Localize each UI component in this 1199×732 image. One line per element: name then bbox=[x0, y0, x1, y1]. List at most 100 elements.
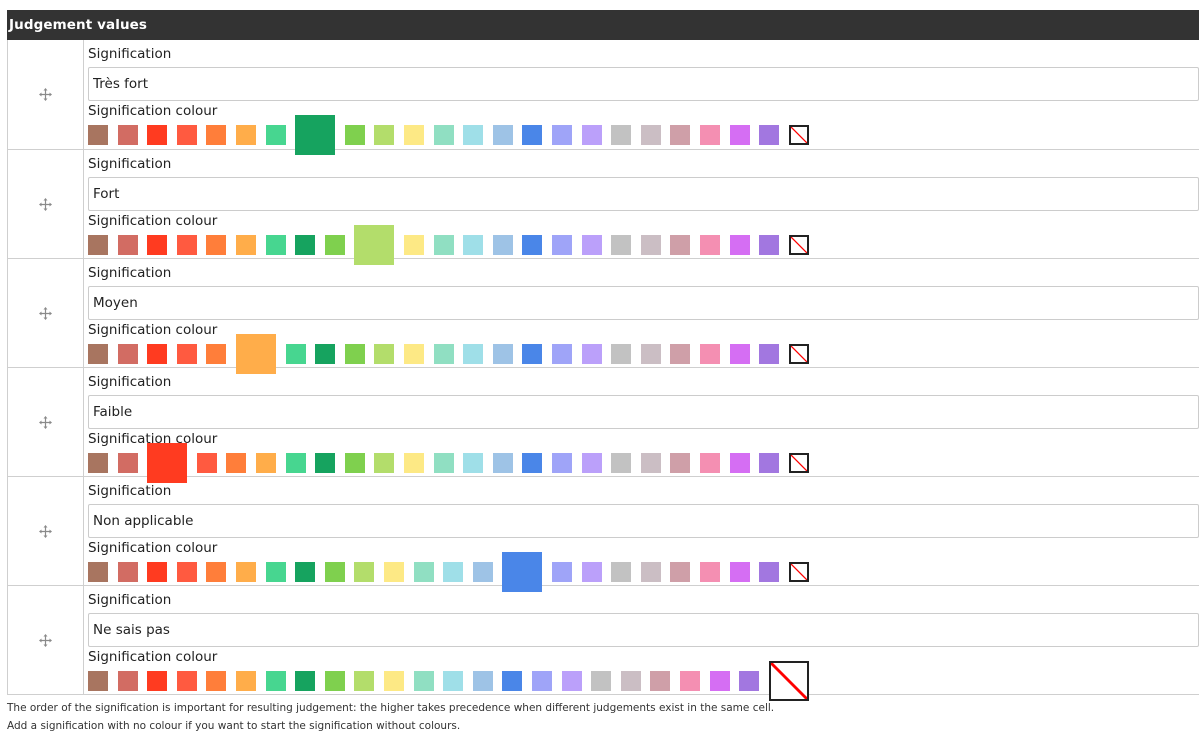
colour-swatch[interactable] bbox=[147, 235, 168, 255]
colour-swatch[interactable] bbox=[759, 562, 780, 582]
colour-swatch[interactable] bbox=[117, 671, 138, 691]
no-colour-icon[interactable] bbox=[788, 125, 809, 145]
colour-swatch[interactable] bbox=[285, 344, 306, 364]
colour-swatch[interactable] bbox=[374, 344, 395, 364]
colour-swatch[interactable] bbox=[236, 235, 256, 255]
colour-swatch[interactable] bbox=[502, 671, 523, 691]
colour-swatch[interactable] bbox=[522, 453, 543, 473]
colour-swatch[interactable] bbox=[640, 453, 661, 473]
drag-handle[interactable] bbox=[8, 368, 84, 476]
colour-swatch[interactable] bbox=[117, 235, 138, 255]
colour-swatch[interactable] bbox=[88, 344, 108, 364]
colour-swatch[interactable] bbox=[700, 453, 720, 473]
colour-swatch[interactable] bbox=[404, 125, 424, 145]
colour-swatch[interactable] bbox=[176, 562, 197, 582]
colour-swatch[interactable] bbox=[492, 344, 513, 364]
colour-swatch[interactable] bbox=[344, 453, 365, 473]
colour-swatch[interactable] bbox=[206, 562, 227, 582]
signification-input[interactable] bbox=[88, 177, 1199, 211]
colour-swatch[interactable] bbox=[88, 453, 108, 473]
colour-swatch[interactable] bbox=[147, 344, 168, 364]
colour-swatch[interactable] bbox=[443, 671, 464, 691]
colour-swatch[interactable] bbox=[739, 671, 760, 691]
colour-swatch[interactable] bbox=[117, 344, 138, 364]
colour-swatch[interactable] bbox=[611, 125, 632, 145]
colour-swatch[interactable] bbox=[147, 125, 168, 145]
colour-swatch[interactable] bbox=[236, 125, 256, 145]
colour-swatch[interactable] bbox=[700, 235, 720, 255]
colour-swatch[interactable] bbox=[226, 453, 247, 473]
colour-swatch[interactable] bbox=[700, 125, 720, 145]
colour-swatch[interactable] bbox=[88, 671, 108, 691]
colour-swatch[interactable] bbox=[206, 344, 227, 364]
colour-swatch[interactable] bbox=[700, 562, 720, 582]
colour-swatch[interactable] bbox=[433, 235, 454, 255]
colour-swatch[interactable] bbox=[354, 671, 375, 691]
colour-swatch[interactable] bbox=[670, 125, 691, 145]
drag-handle[interactable] bbox=[8, 477, 84, 585]
colour-swatch[interactable] bbox=[492, 125, 513, 145]
colour-swatch[interactable] bbox=[670, 562, 691, 582]
colour-swatch[interactable] bbox=[759, 453, 780, 473]
no-colour-icon[interactable] bbox=[788, 453, 809, 473]
colour-swatch[interactable] bbox=[640, 562, 661, 582]
colour-swatch[interactable] bbox=[196, 453, 217, 473]
colour-swatch[interactable] bbox=[206, 671, 227, 691]
colour-swatch[interactable] bbox=[680, 671, 700, 691]
no-colour-icon[interactable] bbox=[788, 344, 809, 364]
colour-swatch[interactable] bbox=[324, 235, 345, 255]
colour-swatch[interactable] bbox=[581, 235, 602, 255]
colour-swatch[interactable] bbox=[443, 562, 464, 582]
colour-swatch[interactable] bbox=[581, 344, 602, 364]
colour-swatch[interactable] bbox=[522, 344, 543, 364]
colour-swatch[interactable] bbox=[413, 562, 434, 582]
signification-input[interactable] bbox=[88, 613, 1199, 647]
colour-swatch[interactable] bbox=[611, 453, 632, 473]
no-colour-icon[interactable] bbox=[788, 235, 809, 255]
colour-swatch[interactable] bbox=[88, 125, 108, 145]
colour-swatch[interactable] bbox=[729, 125, 750, 145]
no-colour-icon[interactable] bbox=[788, 562, 809, 582]
colour-swatch[interactable] bbox=[147, 562, 168, 582]
colour-swatch[interactable] bbox=[552, 235, 572, 255]
colour-swatch[interactable] bbox=[315, 344, 336, 364]
drag-handle[interactable] bbox=[8, 40, 84, 149]
colour-swatch[interactable] bbox=[176, 125, 197, 145]
signification-input[interactable] bbox=[88, 286, 1199, 320]
colour-swatch[interactable] bbox=[117, 453, 138, 473]
colour-swatch[interactable] bbox=[404, 344, 424, 364]
colour-swatch[interactable] bbox=[640, 235, 661, 255]
colour-swatch[interactable] bbox=[236, 671, 256, 691]
colour-swatch[interactable] bbox=[463, 453, 484, 473]
no-colour-icon[interactable] bbox=[768, 661, 809, 701]
colour-swatch[interactable] bbox=[384, 562, 404, 582]
colour-swatch[interactable] bbox=[463, 125, 484, 145]
colour-swatch[interactable] bbox=[611, 562, 632, 582]
colour-swatch[interactable] bbox=[285, 453, 306, 473]
colour-swatch[interactable] bbox=[552, 453, 572, 473]
colour-swatch[interactable] bbox=[433, 453, 454, 473]
colour-swatch[interactable] bbox=[729, 344, 750, 364]
colour-swatch[interactable] bbox=[354, 562, 375, 582]
colour-swatch[interactable] bbox=[344, 125, 365, 145]
drag-handle[interactable] bbox=[8, 150, 84, 258]
colour-swatch[interactable] bbox=[552, 562, 572, 582]
drag-handle[interactable] bbox=[8, 259, 84, 367]
colour-swatch[interactable] bbox=[315, 453, 336, 473]
colour-swatch[interactable] bbox=[295, 235, 316, 255]
colour-swatch[interactable] bbox=[295, 562, 316, 582]
colour-swatch[interactable] bbox=[265, 125, 286, 145]
colour-swatch[interactable] bbox=[413, 671, 434, 691]
colour-swatch[interactable] bbox=[492, 235, 513, 255]
colour-swatch[interactable] bbox=[620, 671, 641, 691]
colour-swatch[interactable] bbox=[117, 562, 138, 582]
signification-input[interactable] bbox=[88, 395, 1199, 429]
colour-swatch[interactable] bbox=[265, 235, 286, 255]
signification-input[interactable] bbox=[88, 504, 1199, 538]
colour-swatch[interactable] bbox=[670, 453, 691, 473]
colour-swatch[interactable] bbox=[759, 125, 780, 145]
drag-handle[interactable] bbox=[8, 586, 84, 694]
colour-swatch[interactable] bbox=[374, 125, 395, 145]
signification-input[interactable] bbox=[88, 67, 1199, 101]
colour-swatch[interactable] bbox=[256, 453, 276, 473]
